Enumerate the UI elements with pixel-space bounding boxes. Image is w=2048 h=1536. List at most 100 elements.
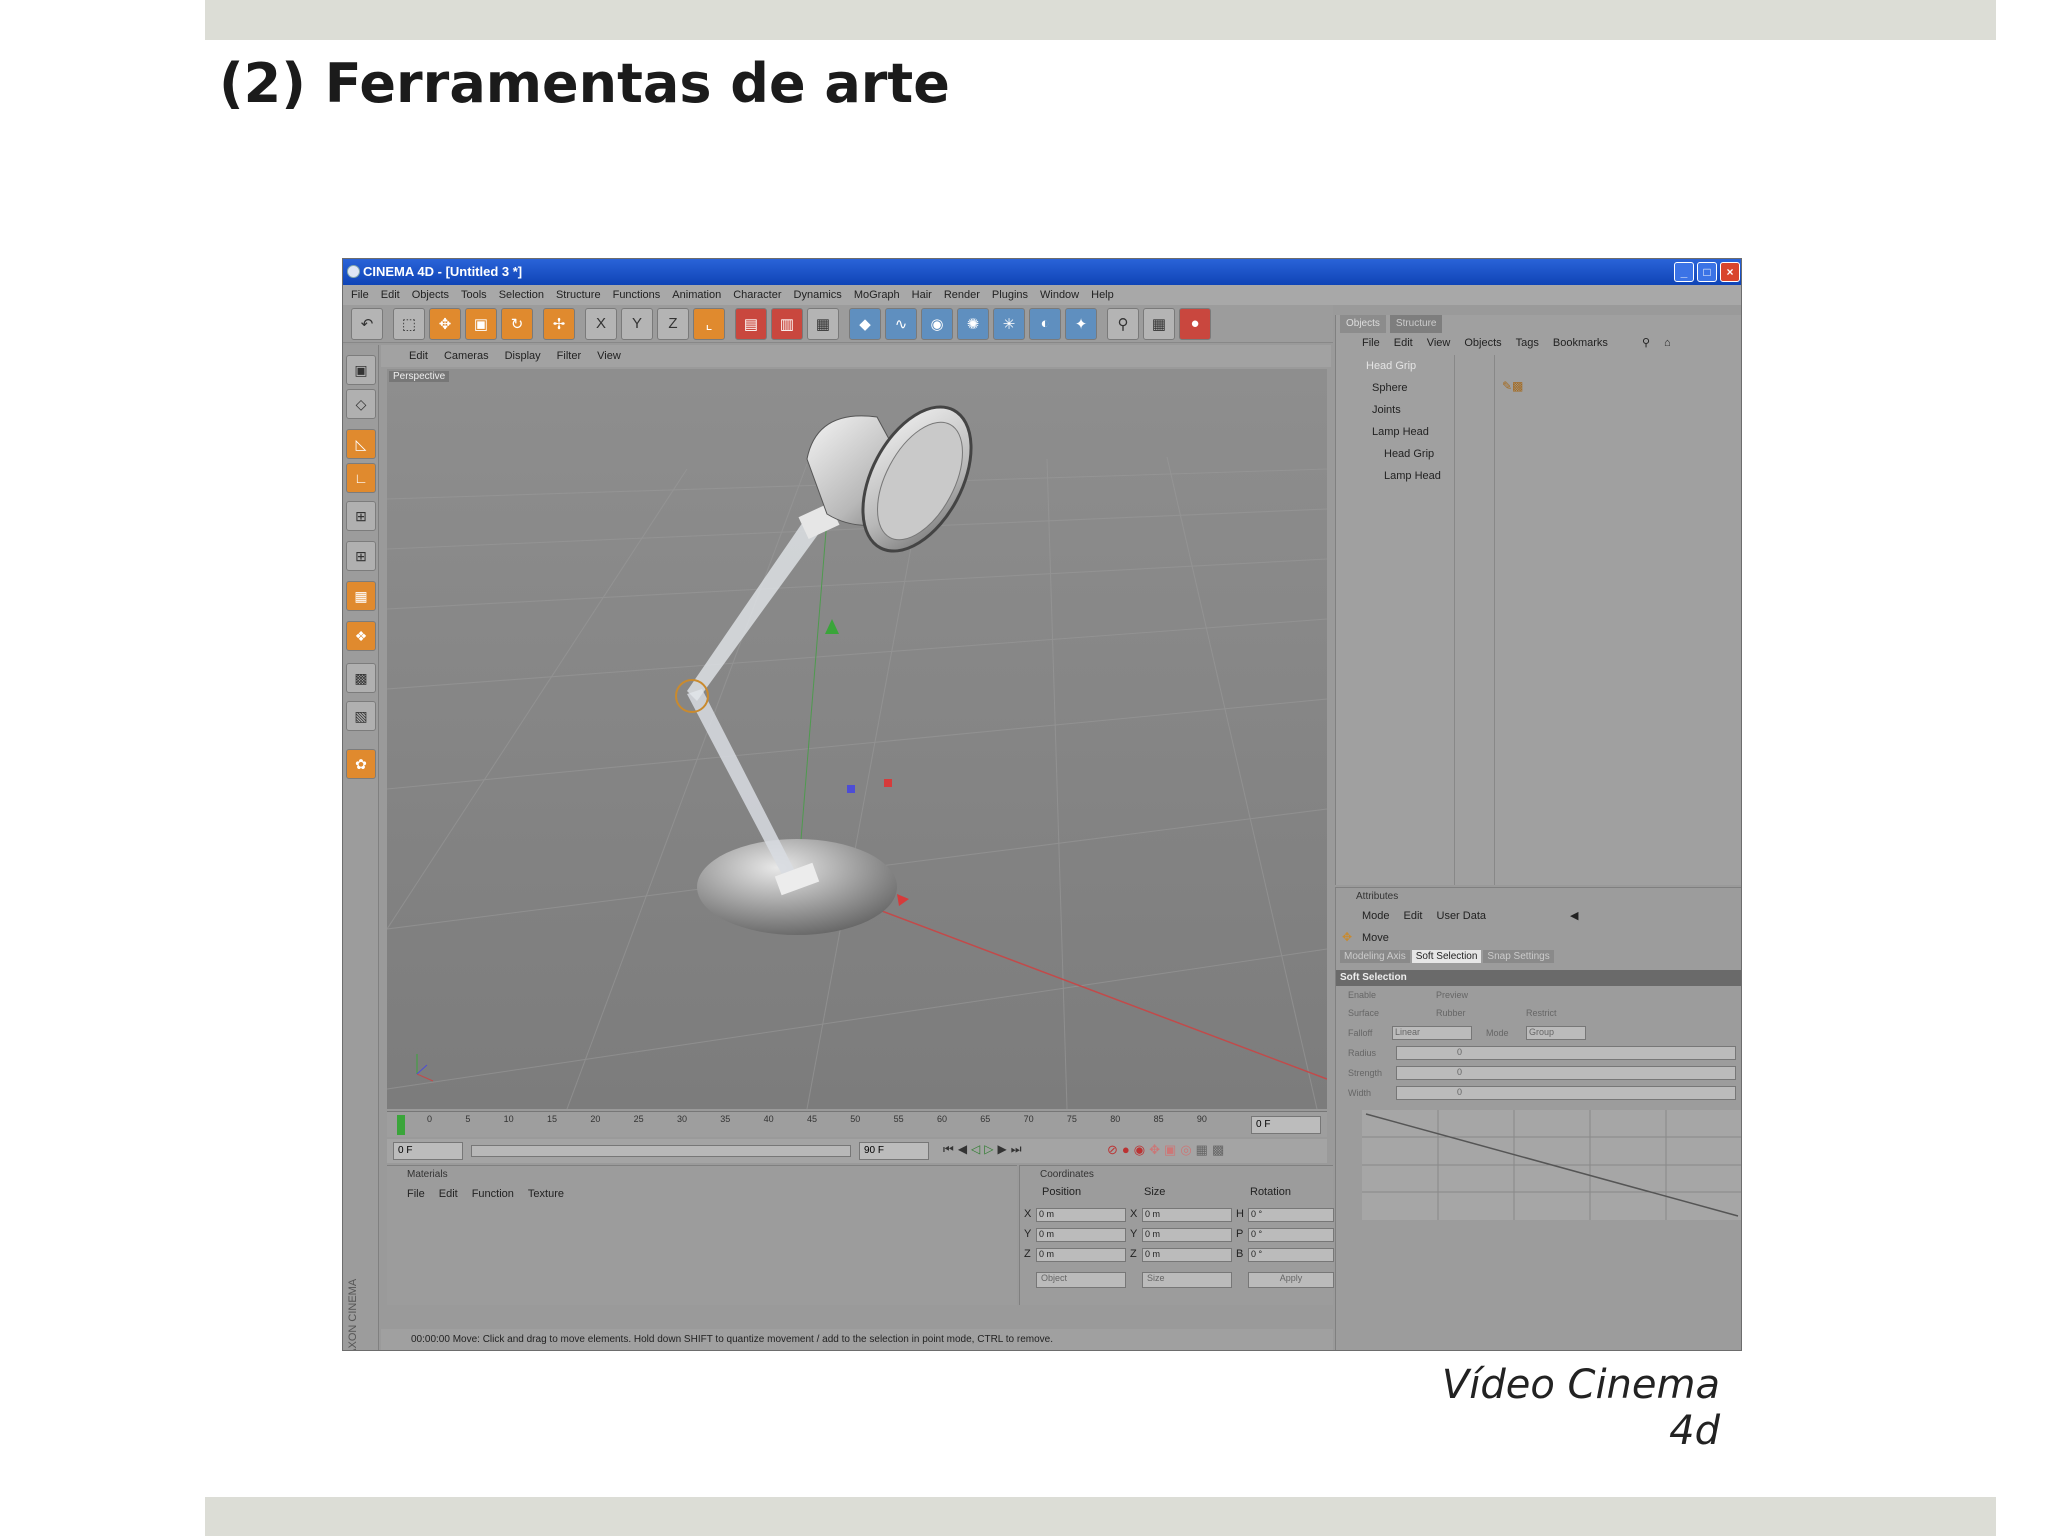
position-key-icon[interactable]: ✥ (1149, 1142, 1160, 1158)
start-frame-field[interactable]: 0 F (393, 1142, 463, 1160)
position-x-field[interactable]: 0 m (1036, 1208, 1126, 1222)
size-z-field[interactable]: 0 m (1142, 1248, 1232, 1262)
position-z-field[interactable]: 0 m (1036, 1248, 1126, 1262)
z-axis-icon[interactable]: Z (657, 307, 689, 340)
go-end-icon[interactable]: ⏭ (1011, 1142, 1022, 1157)
record-key-icon[interactable]: ⊘ (1107, 1142, 1118, 1158)
current-frame-field[interactable]: 0 F (1251, 1116, 1321, 1134)
uv-icon[interactable]: ▧ (346, 701, 376, 731)
attributes-menu-mode[interactable]: Mode (1362, 906, 1390, 928)
menu-edit[interactable]: Edit (381, 285, 400, 305)
points-mode-icon[interactable]: ⊞ (346, 501, 376, 531)
objects-menu-objects[interactable]: Objects (1464, 333, 1501, 355)
menu-dynamics[interactable]: Dynamics (794, 285, 842, 305)
home-icon[interactable]: ⌂ (1664, 333, 1671, 355)
use-object-icon[interactable]: ◇ (346, 389, 376, 419)
restrict-checkbox[interactable]: Restrict (1526, 1008, 1557, 1018)
coordinate-system-icon[interactable]: ⌞ (693, 307, 725, 340)
rotation-key-icon[interactable]: ◎ (1180, 1142, 1191, 1158)
coordinate-mode-select[interactable]: Object (1036, 1272, 1126, 1288)
menu-plugins[interactable]: Plugins (992, 285, 1028, 305)
object-item[interactable]: Head Grip (1336, 443, 1456, 465)
tab-objects[interactable]: Objects (1340, 315, 1386, 333)
timeline-ruler[interactable]: 0 5 10 15 20 25 30 35 40 45 50 55 60 65 70 75 80 85 90 0 F (387, 1111, 1327, 1137)
scale-icon[interactable]: ▣ (465, 307, 497, 340)
playhead[interactable] (397, 1115, 405, 1135)
menu-help[interactable]: Help (1091, 285, 1114, 305)
undo-icon[interactable]: ↶ (351, 307, 383, 340)
menu-render[interactable]: Render (944, 285, 980, 305)
objects-menu-edit[interactable]: Edit (1394, 333, 1413, 355)
object-item[interactable]: Head Grip (1336, 355, 1456, 377)
world-axis-icon[interactable]: ✢ (543, 307, 575, 340)
menu-animation[interactable]: Animation (672, 285, 721, 305)
render-picture-icon[interactable]: ▥ (771, 307, 803, 340)
x-axis-icon[interactable]: X (585, 307, 617, 340)
scale-key-icon[interactable]: ▣ (1164, 1142, 1176, 1158)
menu-mograph[interactable]: MoGraph (854, 285, 900, 305)
pla-key-icon[interactable]: ▩ (1212, 1142, 1224, 1158)
size-mode-select[interactable]: Size (1142, 1272, 1232, 1288)
record-icon[interactable]: ● (1179, 307, 1211, 340)
falloff-select[interactable]: Linear (1392, 1026, 1472, 1040)
attributes-menu-user-data[interactable]: User Data (1437, 906, 1487, 928)
rotation-h-field[interactable]: 0 ° (1248, 1208, 1334, 1222)
texture-axis-icon[interactable]: ❖ (346, 621, 376, 651)
falloff-curve[interactable] (1362, 1110, 1742, 1220)
render-view-icon[interactable]: ▤ (735, 307, 767, 340)
tab-structure[interactable]: Structure (1389, 315, 1443, 333)
keyframe-selection-icon[interactable]: ◉ (1134, 1142, 1145, 1158)
viewport-menu-display[interactable]: Display (505, 345, 541, 367)
menu-character[interactable]: Character (733, 285, 781, 305)
back-arrow-icon[interactable]: ◀ (1570, 906, 1578, 928)
objects-menu-view[interactable]: View (1427, 333, 1451, 355)
light-icon[interactable]: ✦ (1065, 307, 1097, 340)
autokey-icon[interactable]: ● (1122, 1142, 1130, 1158)
move-icon[interactable]: ✥ (429, 307, 461, 340)
texture-mode-icon[interactable]: ◺ (346, 429, 376, 459)
search-icon[interactable]: ⚲ (1642, 333, 1650, 355)
viewport-menu-cameras[interactable]: Cameras (444, 345, 489, 367)
objects-menu-bookmarks[interactable]: Bookmarks (1553, 333, 1608, 355)
x-handle[interactable] (884, 779, 892, 787)
camera-icon[interactable]: ⚲ (1107, 307, 1139, 340)
tag-icon[interactable]: ✎▩ (1502, 379, 1523, 393)
minimize-icon[interactable]: _ (1674, 262, 1694, 282)
close-icon[interactable]: × (1720, 262, 1740, 282)
perspective-viewport[interactable]: Perspective (387, 369, 1327, 1109)
mode-select[interactable]: Group (1526, 1026, 1586, 1040)
object-item[interactable]: Lamp Head (1336, 465, 1456, 487)
frame-range-slider[interactable] (471, 1145, 851, 1157)
use-model-icon[interactable]: ▣ (346, 355, 376, 385)
maximize-icon[interactable]: □ (1697, 262, 1717, 282)
surface-checkbox[interactable]: Surface (1348, 1008, 1379, 1018)
spline-icon[interactable]: ∿ (885, 307, 917, 340)
radius-slider[interactable]: 0 (1396, 1046, 1736, 1060)
size-x-field[interactable]: 0 m (1142, 1208, 1232, 1222)
object-item[interactable]: Joints (1336, 399, 1456, 421)
param-key-icon[interactable]: ▦ (1196, 1142, 1208, 1158)
menu-tools[interactable]: Tools (461, 285, 487, 305)
play-back-icon[interactable]: ◁ (971, 1142, 980, 1157)
materials-menu-file[interactable]: File (407, 1184, 425, 1204)
play-icon[interactable]: ▷ (984, 1142, 993, 1157)
scene-icon[interactable]: ◐ (1029, 307, 1061, 340)
menu-objects[interactable]: Objects (412, 285, 449, 305)
rotation-p-field[interactable]: 0 ° (1248, 1228, 1334, 1242)
render-settings-icon[interactable]: ▦ (807, 307, 839, 340)
strength-slider[interactable]: 0 (1396, 1066, 1736, 1080)
live-select-icon[interactable]: ⬚ (393, 307, 425, 340)
z-handle[interactable] (847, 785, 855, 793)
viewport-menu-view[interactable]: View (597, 345, 621, 367)
layout-icon[interactable]: ▦ (1143, 307, 1175, 340)
step-back-icon[interactable]: ◀ (958, 1142, 967, 1157)
menu-window[interactable]: Window (1040, 285, 1079, 305)
materials-menu-texture[interactable]: Texture (528, 1184, 564, 1204)
go-start-icon[interactable]: ⏮ (943, 1142, 954, 1157)
edges-mode-icon[interactable]: ⊞ (346, 541, 376, 571)
width-slider[interactable]: 0 (1396, 1086, 1736, 1100)
position-y-field[interactable]: 0 m (1036, 1228, 1126, 1242)
attributes-menu-edit[interactable]: Edit (1404, 906, 1423, 928)
rotate-icon[interactable]: ↻ (501, 307, 533, 340)
objects-menu-file[interactable]: File (1362, 333, 1380, 355)
